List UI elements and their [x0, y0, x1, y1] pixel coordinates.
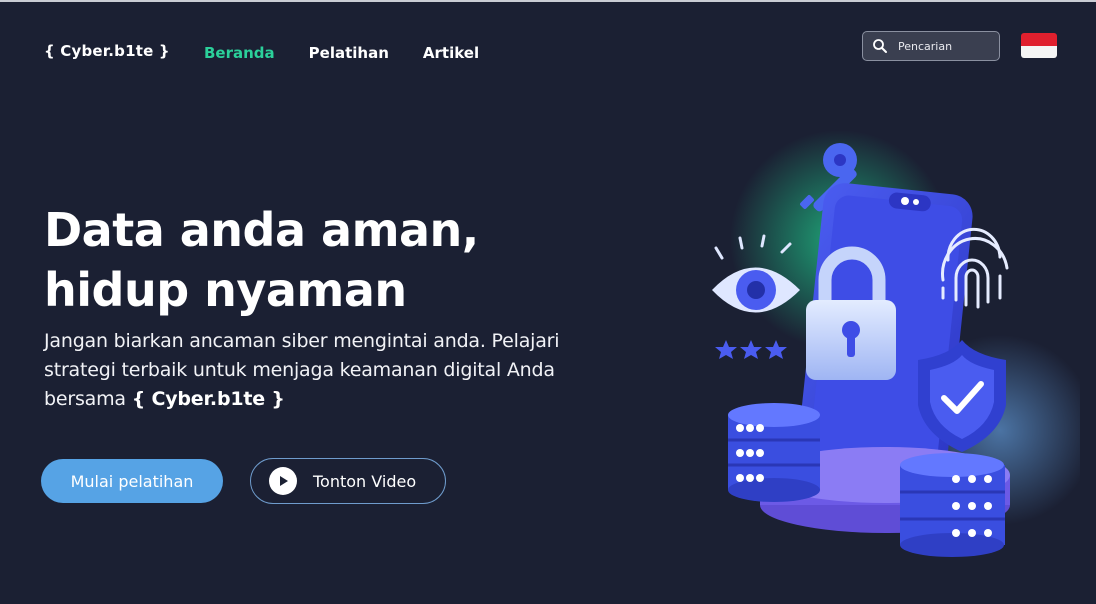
- hero-title: Data anda aman, hidup nyaman: [44, 200, 604, 320]
- search-input[interactable]: [898, 39, 993, 53]
- brand-logo[interactable]: { Cyber.b1te }: [44, 42, 170, 60]
- search-box[interactable]: [862, 31, 1000, 61]
- hero-subtitle-brand: { Cyber.b1te }: [131, 388, 285, 410]
- hero-subtitle-text: Jangan biarkan ancaman siber mengintai a…: [44, 330, 560, 410]
- nav-item-artikel[interactable]: Artikel: [423, 44, 479, 62]
- hero-title-line1: Data anda aman,: [44, 203, 479, 257]
- start-training-button[interactable]: Mulai pelatihan: [41, 459, 223, 503]
- nav-item-pelatihan[interactable]: Pelatihan: [309, 44, 389, 62]
- hero-subtitle: Jangan biarkan ancaman siber mengintai a…: [44, 327, 604, 414]
- database-left-icon: [728, 403, 820, 502]
- watch-video-button[interactable]: Tonton Video: [250, 458, 446, 504]
- hero-title-line2: hidup nyaman: [44, 263, 407, 317]
- search-icon: [873, 39, 887, 53]
- watch-video-label: Tonton Video: [313, 471, 417, 491]
- indonesia-flag-icon[interactable]: [1021, 33, 1057, 58]
- database-right-icon: [900, 453, 1005, 557]
- main-nav: Beranda Pelatihan Artikel: [204, 44, 479, 62]
- top-border: [0, 0, 1096, 2]
- security-illustration: [712, 130, 1080, 557]
- play-icon: [269, 467, 297, 495]
- password-stars-icon: [715, 340, 787, 359]
- nav-item-beranda[interactable]: Beranda: [204, 44, 275, 62]
- flag-white-stripe: [1021, 45, 1057, 58]
- flag-red-stripe: [1021, 33, 1057, 46]
